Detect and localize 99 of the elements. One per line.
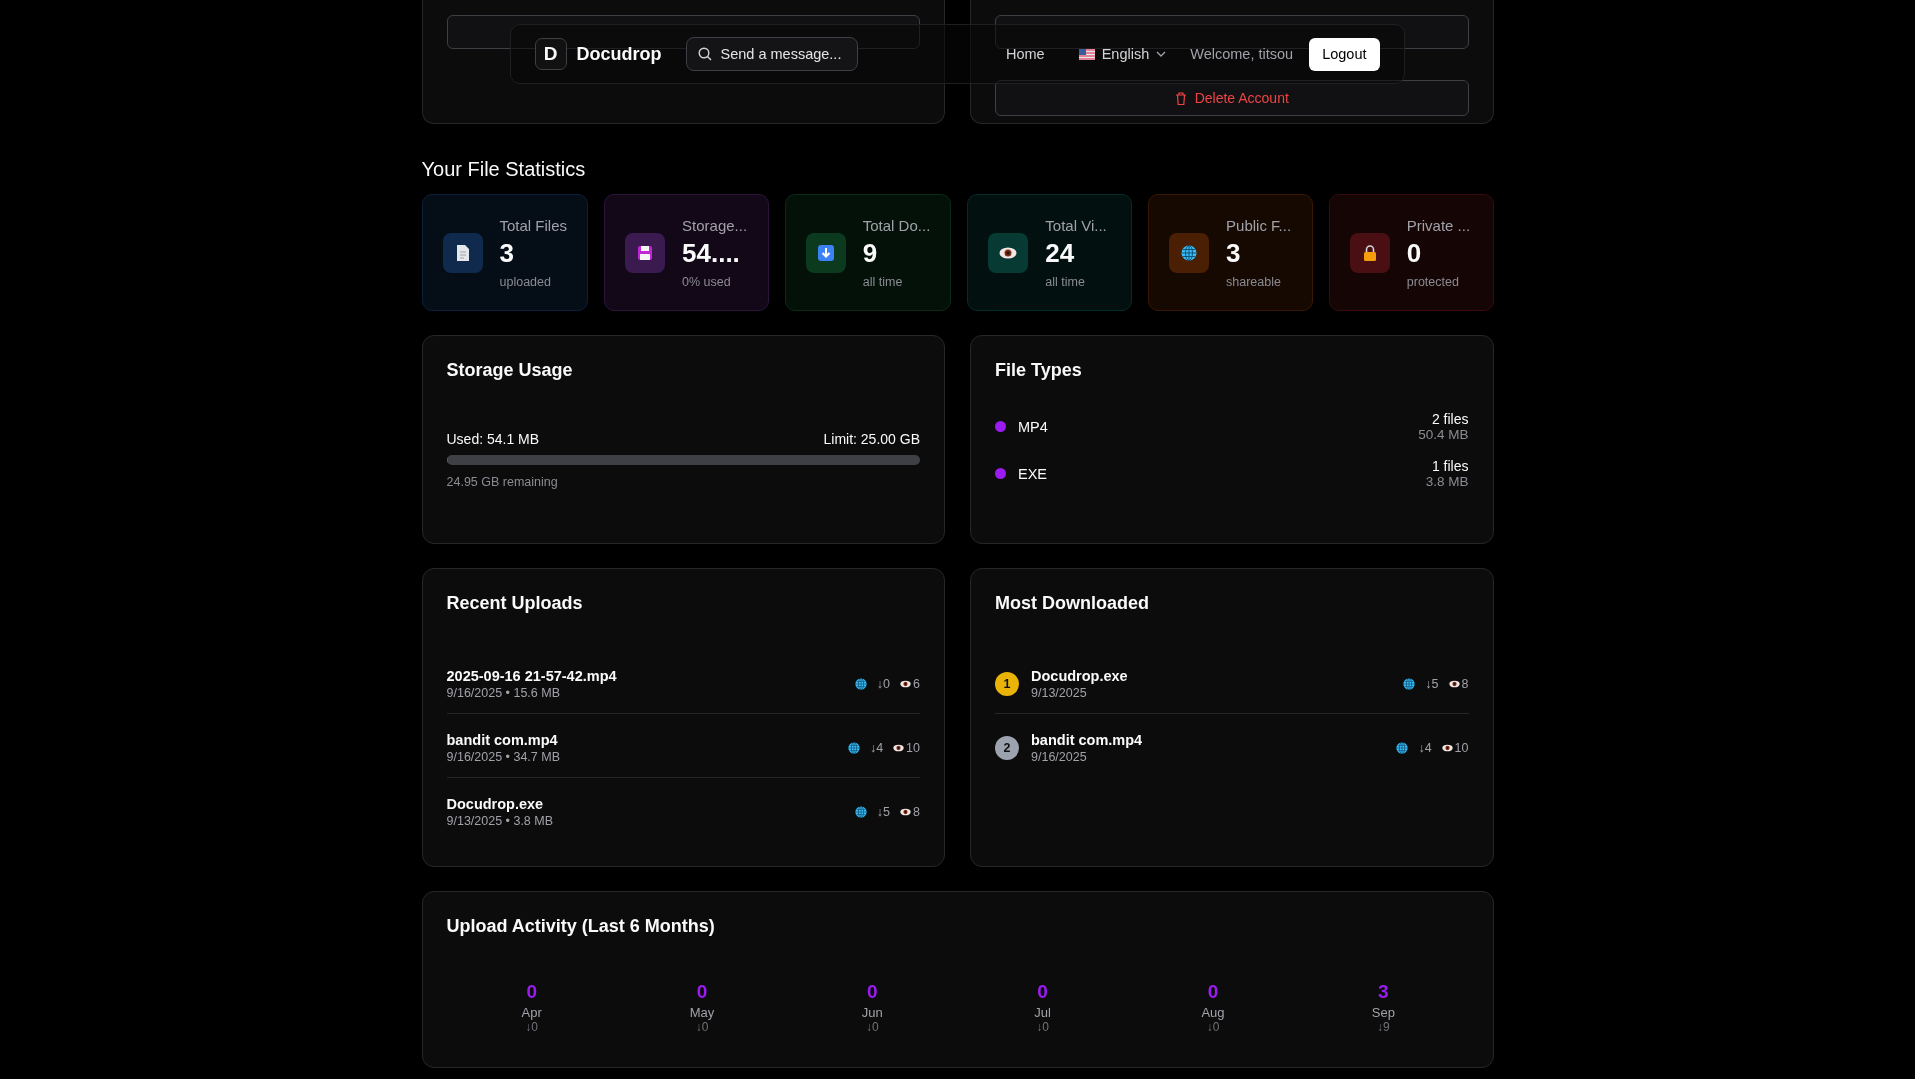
logo-mark: D xyxy=(534,38,567,70)
stat-caption: all time xyxy=(862,274,904,289)
stat-caption: 0% used xyxy=(682,274,732,289)
stat-caption: protected xyxy=(1406,274,1460,289)
file-size: 3.8 MB xyxy=(1425,474,1469,489)
flag-icon xyxy=(1078,48,1095,60)
file-type: EXE xyxy=(1018,465,1047,482)
eye-icon xyxy=(900,680,912,688)
card-title: Storage Usage xyxy=(446,360,574,381)
globe-icon xyxy=(1403,678,1416,690)
section-title: Your File Statistics xyxy=(421,158,587,181)
download-count: ↓0 xyxy=(1205,1020,1221,1034)
used-amount: Used: 54.1 MB xyxy=(446,431,540,447)
stat-label: Storage... xyxy=(682,216,748,234)
stat-label: Public F... xyxy=(1226,216,1292,234)
file-name[interactable]: Docudrop.exe xyxy=(446,796,554,812)
stat-value: 3 xyxy=(499,237,515,269)
download-count: ↓9 xyxy=(1375,1020,1391,1034)
card-title: File Types xyxy=(995,360,1083,381)
view-count: 10 xyxy=(906,741,920,755)
stat-caption: uploaded xyxy=(499,274,552,289)
card-title: Upload Activity (Last 6 Months) xyxy=(446,916,716,937)
file-count: 1 files xyxy=(1430,458,1469,474)
remaining-text: 24.95 GB remaining xyxy=(446,475,559,489)
view-count: 8 xyxy=(913,805,920,819)
globe-icon xyxy=(854,806,867,818)
month-label: May xyxy=(688,1005,716,1020)
file-name[interactable]: bandit com.mp4 xyxy=(446,732,560,748)
download-count: ↓5 xyxy=(876,805,891,819)
stat-label: Private ... xyxy=(1406,216,1471,234)
download-count: ↓5 xyxy=(1425,677,1439,691)
download-count: ↓0 xyxy=(864,1020,880,1034)
file-meta: 9/16/2025 • 34.7 MB xyxy=(446,750,560,764)
brand-name[interactable]: Docudrop xyxy=(576,43,662,65)
globe-icon xyxy=(854,678,867,690)
globe-icon xyxy=(847,742,860,754)
stat-value: 24 xyxy=(1045,237,1076,269)
month-label: Jul xyxy=(1033,1005,1052,1020)
stat-value: 54.... xyxy=(682,237,741,269)
eye-icon xyxy=(999,246,1018,259)
stat-label: Total Vi... xyxy=(1045,216,1107,234)
lock-icon xyxy=(1362,244,1377,261)
file-meta: 9/16/2025 • 15.6 MB xyxy=(446,686,561,700)
download-icon xyxy=(817,244,834,261)
file-size: 50.4 MB xyxy=(1418,427,1469,442)
upload-count: 0 xyxy=(525,981,538,1003)
file-name[interactable]: bandit com.mp4 xyxy=(1031,732,1143,748)
file-count: 2 files xyxy=(1430,411,1469,427)
rank-badge: 2 xyxy=(995,736,1019,760)
download-count: ↓0 xyxy=(694,1020,710,1034)
card-title: Recent Uploads xyxy=(446,593,584,614)
eye-icon xyxy=(1448,680,1460,688)
document-icon xyxy=(454,243,471,262)
download-count: ↓0 xyxy=(524,1020,539,1034)
globe-icon xyxy=(1181,244,1198,261)
chevron-down-icon xyxy=(1156,51,1167,57)
upload-count: 0 xyxy=(695,981,709,1003)
upload-count: 0 xyxy=(866,981,879,1003)
download-count: ↓4 xyxy=(1418,741,1432,755)
upload-count: 0 xyxy=(1206,981,1220,1003)
language-selector[interactable]: English xyxy=(1078,46,1167,62)
rank-badge: 1 xyxy=(995,672,1019,696)
stat-value: 9 xyxy=(862,237,879,269)
stat-value: 0 xyxy=(1406,237,1423,269)
delete-account-button[interactable]: Delete Account xyxy=(995,80,1469,116)
eye-icon xyxy=(893,744,905,752)
upload-count: 0 xyxy=(1036,981,1049,1003)
download-count: ↓4 xyxy=(869,741,884,755)
trash-icon xyxy=(1174,91,1187,105)
download-count: ↓0 xyxy=(876,677,891,691)
month-label: Jun xyxy=(860,1005,884,1020)
upload-count: 3 xyxy=(1377,981,1390,1003)
welcome-text: Welcome, titsou xyxy=(1190,46,1294,62)
storage-limit: Limit: 25.00 GB xyxy=(823,431,920,447)
view-count: 6 xyxy=(913,677,920,691)
month-label: Aug xyxy=(1200,1005,1226,1020)
file-type: MP4 xyxy=(1018,418,1048,435)
file-name[interactable]: Docudrop.exe xyxy=(1031,668,1128,684)
logout-button[interactable]: Logout xyxy=(1309,37,1380,71)
eye-icon xyxy=(1441,744,1453,752)
stat-caption: all time xyxy=(1045,274,1086,289)
stat-label: Total Files xyxy=(499,216,568,234)
month-label: Apr xyxy=(520,1005,543,1020)
nav-link[interactable]: Home xyxy=(1006,46,1045,62)
download-count: ↓0 xyxy=(1035,1020,1050,1034)
stat-caption: shareable xyxy=(1226,274,1282,289)
view-count: 8 xyxy=(1461,677,1469,691)
card-title: Most Downloaded xyxy=(995,593,1150,614)
stat-label: Total Do... xyxy=(862,216,931,234)
stat-value: 3 xyxy=(1226,237,1242,269)
eye-icon xyxy=(900,808,912,816)
month-label: Sep xyxy=(1370,1005,1396,1020)
file-meta: 9/13/2025 xyxy=(1031,686,1088,700)
file-meta: 9/13/2025 • 3.8 MB xyxy=(446,814,554,828)
file-name[interactable]: 2025-09-16 21-57-42.mp4 xyxy=(446,668,617,684)
globe-icon xyxy=(1396,742,1409,754)
file-meta: 9/16/2025 xyxy=(1031,750,1088,764)
search-field[interactable]: Send a message... xyxy=(685,37,858,71)
view-count: 10 xyxy=(1454,741,1469,755)
